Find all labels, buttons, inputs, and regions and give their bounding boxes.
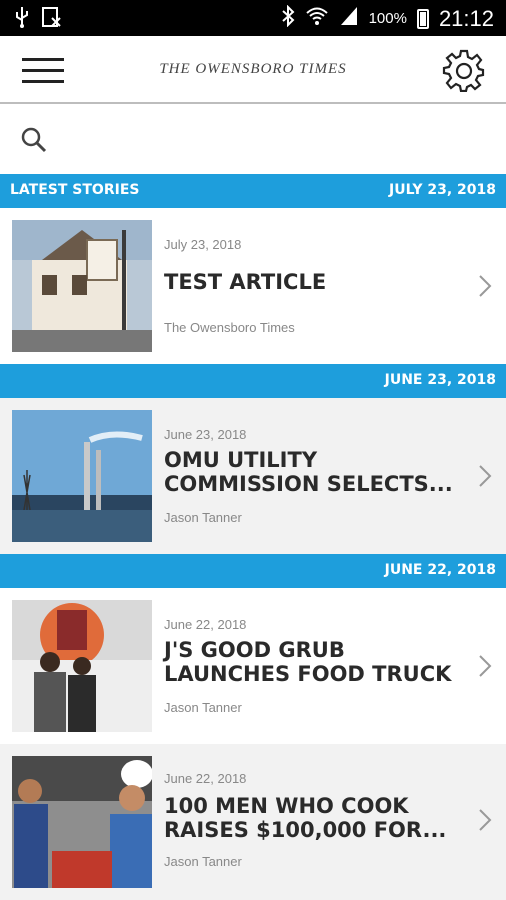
date-header-text: JUNE 23, 2018 [384, 372, 496, 388]
date-header-text: JUNE 22, 2018 [384, 562, 496, 578]
search-icon[interactable] [20, 126, 48, 154]
story-date: June 23, 2018 [164, 427, 247, 442]
battery-icon [416, 8, 429, 29]
gear-icon[interactable] [442, 48, 486, 93]
story-title: J'S GOOD GRUB LAUNCHES FOOD TRUCK [164, 638, 452, 686]
story-date: June 22, 2018 [164, 617, 247, 632]
story-date: July 23, 2018 [164, 237, 242, 252]
chevron-right-icon [478, 274, 492, 298]
story-card[interactable]: June 22, 2018 100 MEN WHO COOK RAISES $1… [0, 744, 506, 900]
date-header: JUNE 22, 2018 [0, 554, 506, 588]
story-card[interactable]: July 23, 2018 TEST ARTICLE The Owensboro… [0, 208, 506, 364]
story-title: OMU UTILITY COMMISSION SELECTS... [164, 448, 453, 496]
date-header: JUNE 23, 2018 [0, 364, 506, 398]
chevron-right-icon [478, 654, 492, 678]
story-date: June 22, 2018 [164, 771, 247, 786]
story-title: TEST ARTICLE [164, 270, 327, 294]
section-label: LATEST STORIES [10, 182, 140, 198]
status-time: 21:12 [438, 5, 494, 31]
story-thumbnail [12, 756, 152, 888]
story-thumbnail [12, 410, 152, 542]
story-author: Jason Tanner [164, 700, 242, 715]
story-author: The Owensboro Times [164, 320, 295, 335]
chevron-right-icon [478, 808, 492, 832]
bluetooth-icon [281, 4, 295, 32]
battery-percent: 100% [368, 10, 407, 27]
signal-icon [339, 5, 359, 32]
date-header-text: JULY 23, 2018 [389, 182, 496, 198]
status-right: 100% 21:12 [281, 4, 494, 32]
usb-icon [14, 6, 30, 33]
story-author: Jason Tanner [164, 510, 242, 525]
image-icon [42, 6, 62, 33]
story-author: Jason Tanner [164, 854, 242, 869]
story-card[interactable]: June 22, 2018 J'S GOOD GRUB LAUNCHES FOO… [0, 588, 506, 744]
story-card[interactable]: June 23, 2018 OMU UTILITY COMMISSION SEL… [0, 398, 506, 554]
wifi-icon [305, 5, 329, 32]
date-header: LATEST STORIES JULY 23, 2018 [0, 174, 506, 208]
story-thumbnail [12, 600, 152, 732]
brand-logo: THE OWENSBORO TIMES [159, 61, 347, 77]
status-left [14, 6, 62, 33]
search-row[interactable] [0, 106, 506, 172]
story-thumbnail [12, 220, 152, 352]
story-title: 100 MEN WHO COOK RAISES $100,000 FOR... [164, 794, 447, 842]
chevron-right-icon [478, 464, 492, 488]
app-bar: THE OWENSBORO TIMES [0, 36, 506, 104]
status-bar: 100% 21:12 [0, 0, 506, 36]
